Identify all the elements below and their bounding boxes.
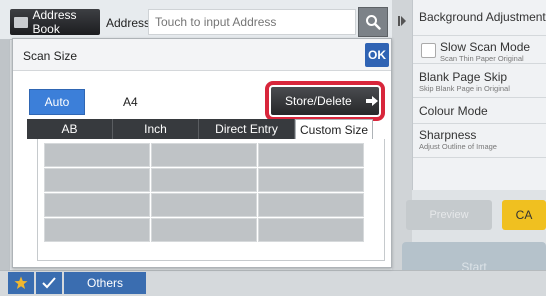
blank-page-skip-sub: Skip Blank Page in Original xyxy=(419,84,510,93)
tab-inch[interactable]: Inch xyxy=(113,119,199,139)
address-input[interactable] xyxy=(148,9,356,35)
others-label: Others xyxy=(86,276,123,290)
checkmark-button[interactable] xyxy=(36,272,62,294)
custom-size-grid xyxy=(37,139,385,261)
tab-direct-entry-label: Direct Entry xyxy=(215,122,278,136)
slow-scan-mode-item[interactable]: Slow Scan Mode Scan Thin Paper Original xyxy=(413,36,546,64)
tab-custom-size-label: Custom Size xyxy=(299,122,369,137)
checkmark-icon xyxy=(42,277,56,289)
tab-inch-label: Inch xyxy=(144,122,167,136)
ok-label: OK xyxy=(368,48,386,62)
sharpness-item[interactable]: Sharpness Adjust Outline of Image xyxy=(413,124,546,158)
size-slot[interactable] xyxy=(151,218,257,242)
size-slot[interactable] xyxy=(44,143,150,167)
tab-custom-size[interactable]: Custom Size xyxy=(295,119,373,139)
options-panel: Background Adjustment Slow Scan Mode Sca… xyxy=(412,0,546,190)
blank-page-skip-title: Blank Page Skip xyxy=(419,70,508,84)
size-slot[interactable] xyxy=(44,218,150,242)
size-slot[interactable] xyxy=(44,168,150,192)
address-book-button[interactable]: Address Book xyxy=(10,8,100,36)
address-book-label: Address Book xyxy=(32,8,77,36)
screen: Address Book Address Background Adjustme… xyxy=(0,0,546,296)
size-slot[interactable] xyxy=(151,168,257,192)
size-slot[interactable] xyxy=(258,193,364,217)
slow-scan-sub: Scan Thin Paper Original xyxy=(440,54,524,63)
background-adjustment-item[interactable]: Background Adjustment xyxy=(413,0,546,36)
left-side-strip xyxy=(0,40,10,270)
background-adjustment-title: Background Adjustment xyxy=(419,10,546,24)
size-slot[interactable] xyxy=(44,193,150,217)
preview-button[interactable]: Preview xyxy=(406,200,492,230)
search-icon xyxy=(366,15,381,30)
size-tabs: AB Inch Direct Entry Custom Size xyxy=(27,119,373,139)
auto-label: Auto xyxy=(44,95,70,109)
dialog-header: Scan Size OK xyxy=(13,39,391,71)
sharpness-title: Sharpness xyxy=(419,128,477,142)
store-delete-button[interactable]: Store/Delete xyxy=(271,87,379,115)
size-slot[interactable] xyxy=(258,218,364,242)
arrow-right-icon xyxy=(365,96,378,106)
tab-ab[interactable]: AB xyxy=(27,119,113,139)
tab-ab-label: AB xyxy=(61,122,78,136)
ok-button[interactable]: OK xyxy=(365,43,389,67)
preview-label: Preview xyxy=(429,209,469,221)
others-button[interactable]: Others xyxy=(64,272,146,294)
expand-panel-icon[interactable] xyxy=(398,16,406,26)
favorites-button[interactable] xyxy=(8,272,34,294)
colour-mode-title: Colour Mode xyxy=(419,104,488,118)
tab-direct-entry[interactable]: Direct Entry xyxy=(199,119,295,139)
slow-scan-checkbox[interactable] xyxy=(421,43,436,58)
star-icon xyxy=(14,276,28,289)
sharpness-sub: Adjust Outline of Image xyxy=(419,142,497,151)
blank-page-skip-item[interactable]: Blank Page Skip Skip Blank Page in Origi… xyxy=(413,64,546,98)
scan-size-value: A4 xyxy=(123,95,138,109)
size-slot[interactable] xyxy=(258,168,364,192)
dialog-title: Scan Size xyxy=(23,49,78,63)
address-label: Address xyxy=(106,16,151,30)
size-slot[interactable] xyxy=(151,143,257,167)
address-bar: Address Book Address xyxy=(0,0,392,40)
size-slot[interactable] xyxy=(258,143,364,167)
scan-size-dialog: Scan Size OK Auto A4 Store/Delete AB Inc… xyxy=(12,38,392,268)
size-slot[interactable] xyxy=(151,193,257,217)
search-button[interactable] xyxy=(358,7,388,37)
colour-mode-item[interactable]: Colour Mode xyxy=(413,98,546,124)
address-book-icon xyxy=(14,16,29,28)
auto-button[interactable]: Auto xyxy=(29,89,85,115)
ca-button[interactable]: CA xyxy=(502,200,546,230)
slow-scan-title: Slow Scan Mode xyxy=(440,40,531,54)
store-delete-label: Store/Delete xyxy=(285,94,352,108)
ca-label: CA xyxy=(515,208,533,222)
